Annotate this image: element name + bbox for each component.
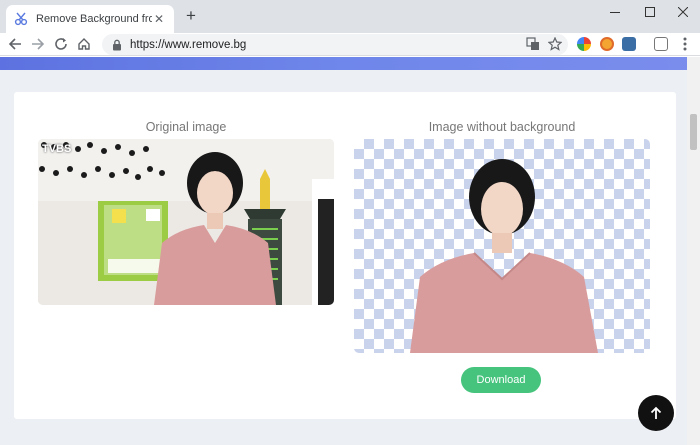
close-window-button[interactable] [666, 0, 700, 24]
new-tab-button[interactable]: + [182, 7, 200, 25]
extension-chrome-icon[interactable] [577, 37, 591, 51]
download-button[interactable]: Download [461, 367, 541, 393]
minimize-button[interactable] [598, 0, 632, 24]
maximize-button[interactable] [633, 0, 667, 24]
browser-titlebar: Remove Background from Ima ✕ + [0, 0, 700, 33]
url-text: https://www.remove.bg [130, 38, 247, 51]
scroll-top-button[interactable] [638, 395, 674, 431]
close-tab-icon[interactable]: ✕ [152, 12, 166, 26]
result-card: Original image Image without background [14, 92, 676, 419]
result-image [354, 139, 650, 353]
result-image-label: Image without background [428, 120, 576, 134]
scissors-icon [14, 12, 28, 26]
scrollbar-thumb[interactable] [690, 114, 697, 150]
extension-screen-icon[interactable] [622, 37, 636, 51]
extension-calendar-icon[interactable] [654, 37, 668, 51]
browser-tab[interactable]: Remove Background from Ima ✕ [6, 5, 174, 33]
kebab-menu-icon[interactable] [676, 35, 694, 53]
tab-title: Remove Background from Ima [36, 13, 152, 25]
original-image-label: Original image [145, 120, 227, 134]
star-icon[interactable] [546, 35, 564, 53]
lock-icon [112, 39, 122, 51]
arrow-up-icon [650, 406, 662, 420]
extension-clock-icon[interactable] [600, 37, 614, 51]
back-arrow-icon[interactable] [6, 35, 24, 53]
address-bar[interactable]: https://www.remove.bg [102, 34, 568, 55]
hero-banner [0, 57, 687, 70]
original-image: TVBS [38, 139, 334, 305]
home-icon[interactable] [75, 35, 93, 53]
scrollbar[interactable] [687, 57, 700, 445]
tv-logo: TVBS [42, 143, 72, 155]
forward-arrow-icon[interactable] [29, 35, 47, 53]
reload-icon[interactable] [52, 35, 70, 53]
browser-toolbar: https://www.remove.bg [0, 33, 700, 56]
translate-icon[interactable] [524, 35, 542, 53]
page-viewport: Original image Image without background [0, 57, 700, 445]
